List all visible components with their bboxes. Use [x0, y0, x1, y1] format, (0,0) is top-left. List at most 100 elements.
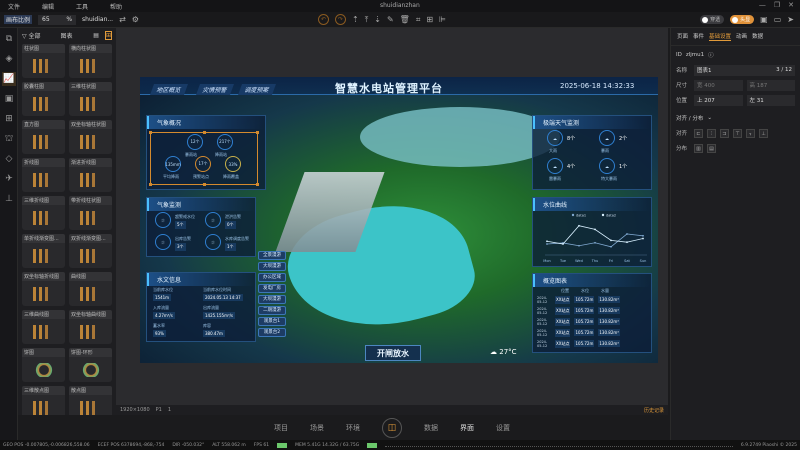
upload-icon[interactable]: ⇡ — [352, 15, 359, 24]
align-top-icon[interactable]: ⊤ — [733, 128, 742, 138]
history-button[interactable]: 历史记录 — [644, 407, 664, 414]
scene-nav-button[interactable]: 观景台2 — [258, 328, 286, 337]
swap-icon[interactable]: ⇄ — [119, 15, 126, 24]
chevron-down-icon[interactable]: ⌄ — [707, 115, 712, 121]
scene-nav-button[interactable]: 观景台1 — [258, 317, 286, 326]
chart-card[interactable]: 三维曲线图 — [22, 310, 65, 344]
tab-environment[interactable]: 环境 — [346, 423, 360, 433]
project-name[interactable]: shuidian... — [82, 16, 113, 23]
distribute-horizontal-icon[interactable]: ▥ — [694, 143, 703, 153]
top-input[interactable]: 上 207 — [694, 94, 743, 106]
scene-nav-button[interactable]: 发电厂房 — [258, 284, 286, 293]
timeline-ruler[interactable] — [385, 443, 733, 447]
align-middle-icon[interactable]: ⫟ — [746, 128, 755, 138]
distribute-vertical-icon[interactable]: ▤ — [707, 143, 716, 153]
publish-icon[interactable]: ➤ — [787, 15, 794, 24]
scene-nav-button[interactable]: 全景漫游 — [258, 251, 286, 260]
chart-card[interactable]: 渐进折线图 — [69, 158, 112, 192]
tab-scene[interactable]: 场景 — [310, 423, 324, 433]
properties-tab[interactable]: 页面 — [677, 32, 688, 41]
properties-tab[interactable]: 事件 — [693, 32, 704, 41]
left-input[interactable]: 左 31 — [746, 94, 795, 106]
delete-icon[interactable]: 🗑 — [400, 15, 410, 24]
width-input[interactable]: 宽 400 — [694, 79, 743, 91]
plane-icon[interactable]: ✈ — [2, 172, 16, 186]
table-row[interactable]: 2024-05-12 XX站点 105.72m 130.82m³ — [537, 328, 649, 337]
scene-nav-button[interactable]: 二期漫游 — [258, 306, 286, 315]
align-right-icon[interactable]: ⊐ — [720, 128, 729, 138]
toggle-penetrate[interactable]: 穿透 — [700, 15, 725, 24]
chart-card[interactable]: 散点图 — [69, 386, 112, 415]
undo-button[interactable]: ↶ — [318, 14, 329, 25]
align-left-icon[interactable]: ⊏ — [694, 128, 703, 138]
chart-card[interactable]: 饼图 — [22, 348, 65, 382]
chart-card[interactable]: 柱状图 — [22, 44, 65, 78]
hub-icon[interactable]: ◫ — [382, 417, 402, 438]
save-icon[interactable]: ▣ — [760, 15, 768, 24]
brush-icon[interactable]: ✎ — [387, 15, 394, 24]
close-icon[interactable]: ✕ — [788, 1, 794, 9]
help-icon[interactable]: ⓘ — [708, 51, 714, 59]
download-icon[interactable]: ⇣ — [374, 15, 381, 24]
scene-nav-button[interactable]: 办公区域 — [258, 273, 286, 282]
maximize-icon[interactable]: ❐ — [774, 1, 780, 9]
minimize-icon[interactable]: — — [759, 1, 766, 9]
settings-icon[interactable]: ⚙ — [132, 15, 139, 24]
nav-tab-overview[interactable]: 地区概览 — [149, 84, 189, 95]
scene-nav-button[interactable]: 大坝漫游 — [258, 295, 286, 304]
chart-card[interactable]: 胶囊柱图 — [22, 82, 65, 116]
chart-card[interactable]: 带折线柱状图 — [69, 196, 112, 230]
nav-tab-plan[interactable]: 调度预案 — [237, 84, 277, 95]
panel-tab-charts[interactable]: 图表 — [61, 31, 73, 40]
align-bottom-icon[interactable]: ⊥ — [759, 128, 768, 138]
chart-card[interactable]: 饼图-环形 — [69, 348, 112, 382]
properties-tab[interactable]: 基础设置 — [709, 32, 732, 41]
grid-view-icon[interactable]: ⊞ — [104, 30, 112, 40]
selection-box[interactable] — [149, 131, 259, 186]
redo-button[interactable]: ↷ — [335, 14, 346, 25]
table-icon[interactable]: ⊞ — [2, 112, 16, 126]
menu-help[interactable]: 帮助 — [110, 2, 122, 11]
chart-card[interactable]: 三维柱状图 — [69, 82, 112, 116]
chart-card[interactable]: 单折线渐变图... — [22, 234, 65, 268]
tab-data[interactable]: 数据 — [424, 423, 438, 433]
chart-card[interactable]: 直方图 — [22, 120, 65, 154]
chart-card[interactable]: 双坐标轴柱状图 — [69, 120, 112, 154]
page-indicator[interactable]: P1 — [156, 407, 162, 413]
top-icon[interactable]: ⤒ — [365, 15, 369, 25]
chart-card[interactable]: 曲线图 — [69, 272, 112, 306]
list-view-icon[interactable]: ▤ — [93, 32, 99, 39]
align-icon[interactable]: ⊫ — [439, 15, 446, 24]
menu-file[interactable]: 文件 — [8, 2, 20, 11]
chart-card[interactable]: 折线图 — [22, 158, 65, 192]
menu-edit[interactable]: 编辑 — [42, 2, 54, 11]
scene-nav-button[interactable]: 大坝漫游 — [258, 262, 286, 271]
properties-tab[interactable]: 数据 — [752, 32, 763, 41]
open-gate-button[interactable]: 开闸放水 — [365, 345, 421, 361]
height-input[interactable]: 高 187 — [746, 79, 795, 91]
toggle-headset[interactable]: 头显 — [730, 15, 755, 24]
tab-interface[interactable]: 界面 — [460, 423, 474, 433]
tab-settings[interactable]: 设置 — [496, 423, 510, 433]
chart-icon[interactable]: 📈 — [2, 72, 16, 86]
stamp-icon[interactable]: ⊥ — [2, 192, 16, 206]
media-icon[interactable]: ▣ — [2, 92, 16, 106]
chart-card[interactable]: 双坐标轴折线图 — [22, 272, 65, 306]
chart-card[interactable]: 三维散点图 — [22, 386, 65, 415]
scale-input[interactable]: 65% — [38, 14, 77, 25]
model-icon[interactable]: ⛫ — [2, 132, 16, 146]
chart-card[interactable]: 双折线渐变图... — [69, 234, 112, 268]
align-section-toggle[interactable]: 对齐 / 分布 — [676, 114, 703, 122]
table-row[interactable]: 2024-05-12 XX站点 105.72m 130.82m³ — [537, 317, 649, 326]
chart-card[interactable]: 三维折线图 — [22, 196, 65, 230]
chart-card[interactable]: 横向柱状图 — [69, 44, 112, 78]
table-row[interactable]: 2024-05-12 XX站点 105.72m 130.82m³ — [537, 339, 649, 348]
table-row[interactable]: 2024-05-12 XX站点 105.72m 130.82m³ — [537, 306, 649, 315]
components-icon[interactable]: ⧉ — [2, 32, 16, 46]
nav-tab-warning[interactable]: 灾情预警 — [195, 84, 235, 95]
name-input[interactable]: 图表1 3 / 12 — [694, 64, 795, 76]
table-row[interactable]: 2024-05-12 XX站点 105.72m 130.82m³ — [537, 295, 649, 304]
chart-card[interactable]: 双坐标轴曲线图 — [69, 310, 112, 344]
shapes-icon[interactable]: ◇ — [2, 152, 16, 166]
properties-tab[interactable]: 动画 — [736, 32, 747, 41]
